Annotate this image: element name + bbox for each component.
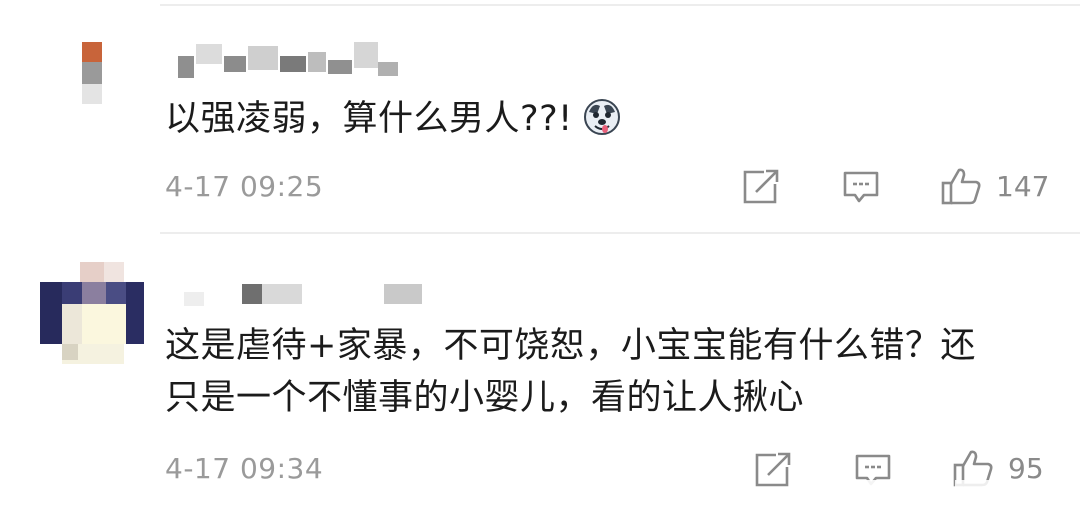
username-blurred[interactable] — [172, 282, 432, 320]
comment-text: 以强凌弱，算什么男人??! — [165, 94, 621, 150]
husky-face-emoji-icon — [583, 98, 621, 150]
comment-item: 以强凌弱，算什么男人??! 4-17 09:25 147 — [0, 0, 1080, 232]
thumbs-up-icon — [940, 166, 982, 206]
comment-body: 以强凌弱，算什么男人??! — [165, 99, 573, 139]
share-edit-icon — [754, 452, 792, 488]
comment-body-line: 只是一个不懂事的小婴儿，看的让人揪心 — [165, 378, 805, 418]
username-blurred[interactable] — [172, 42, 432, 80]
share-edit-icon — [742, 169, 780, 205]
watermark-overlay — [850, 480, 878, 494]
avatar[interactable] — [40, 262, 144, 366]
comment-item: 这是虐待+家暴，不可饶恕，小宝宝能有什么错？还 只是一个不懂事的小婴儿，看的让人… — [0, 232, 1080, 508]
repost-button[interactable] — [742, 169, 780, 205]
comment-button[interactable] — [842, 170, 880, 206]
comment-body-line: 这是虐待+家暴，不可饶恕，小宝宝能有什么错？还 — [165, 326, 976, 366]
like-count: 95 — [1008, 451, 1044, 485]
like-count: 147 — [996, 169, 1050, 203]
comment-bubble-icon — [842, 170, 880, 206]
watermark-overlay — [955, 480, 1001, 496]
timestamp: 4-17 09:34 — [165, 452, 324, 485]
like-button[interactable]: 147 — [940, 166, 1049, 206]
repost-button[interactable] — [754, 452, 792, 488]
avatar[interactable] — [78, 42, 104, 106]
timestamp: 4-17 09:25 — [165, 170, 324, 203]
comment-text: 这是虐待+家暴，不可饶恕，小宝宝能有什么错？还 只是一个不懂事的小婴儿，看的让人… — [165, 321, 1045, 423]
